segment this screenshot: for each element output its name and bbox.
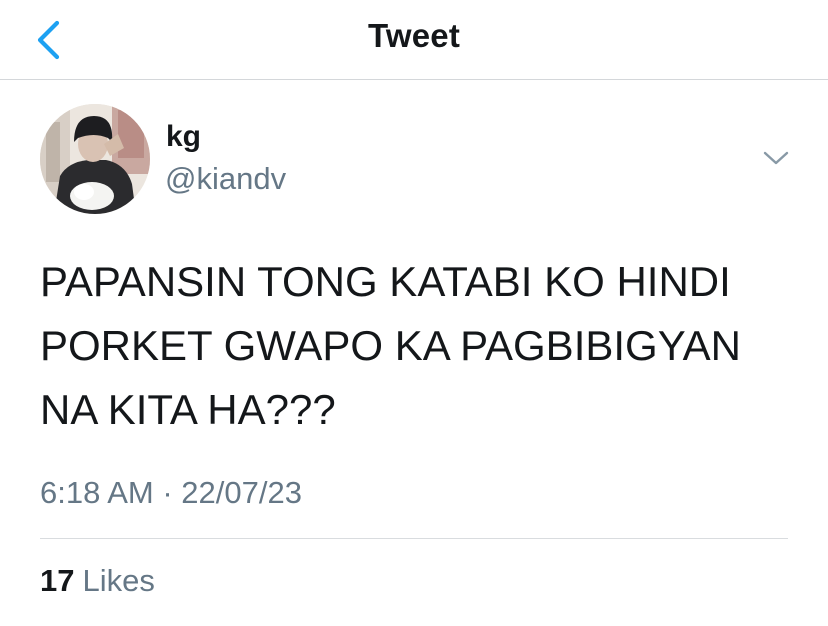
tweet-text-line: NA KITA HA???: [40, 386, 336, 433]
tweet-text-line: PORKET GWAPO KA PAGBIBIGYAN: [40, 322, 741, 369]
tweet-text: PAPANSIN TONG KATABI KO HINDI PORKET GWA…: [40, 250, 800, 442]
chevron-down-icon: [763, 151, 789, 165]
navigation-bar: Tweet: [0, 0, 828, 80]
page-title: Tweet: [367, 17, 461, 54]
divider: [40, 538, 788, 539]
likes-label: Likes: [82, 563, 155, 598]
likes-link[interactable]: 17 Likes: [40, 563, 155, 599]
avatar[interactable]: [40, 104, 150, 214]
avatar-photo: [40, 104, 150, 214]
author-display-name[interactable]: kg: [166, 120, 201, 154]
author-handle[interactable]: @kiandv: [165, 161, 286, 197]
likes-count: 17: [40, 563, 75, 598]
tweet-text-line: PAPANSIN TONG KATABI KO HINDI: [40, 258, 731, 305]
tweet-timestamp: 6:18 AM · 22/07/23: [40, 475, 302, 510]
more-options-button[interactable]: [754, 140, 798, 176]
